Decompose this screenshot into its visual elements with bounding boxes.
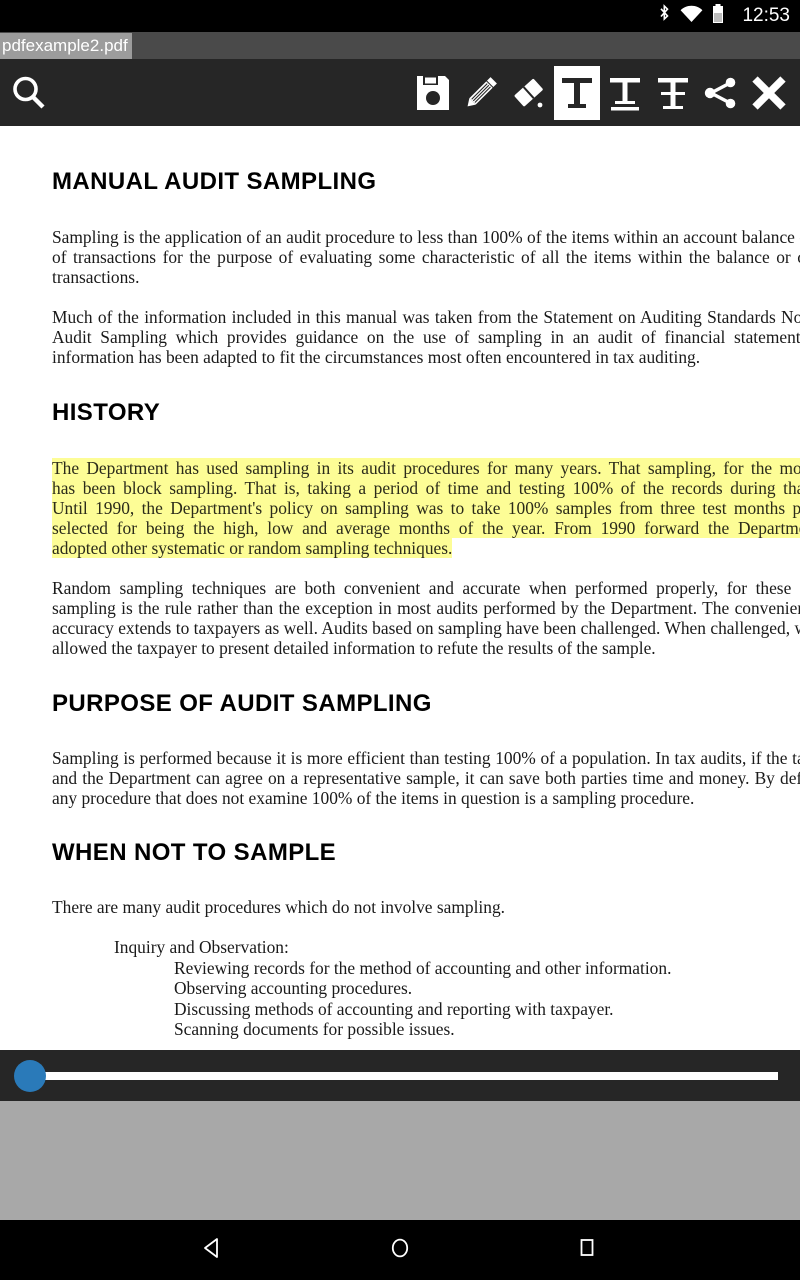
highlighted-annotation-block[interactable]: The Department has used sampling in its … xyxy=(52,458,800,558)
document-title-bar: pdfexample2.pdf xyxy=(0,32,800,59)
highlighted-line: selected for being the high, low and ave… xyxy=(52,518,800,538)
pdf-page-view[interactable]: MANUAL AUDIT SAMPLING Sampling is the ap… xyxy=(0,126,800,1050)
list-item: Discussing methods of accounting and rep… xyxy=(174,998,614,1019)
paragraph-intro: Sampling is the application of an audit … xyxy=(52,227,800,287)
home-circle-icon xyxy=(387,1235,413,1266)
home-button[interactable] xyxy=(370,1220,430,1280)
text-strikethrough-icon xyxy=(655,73,691,113)
underline-text-button[interactable] xyxy=(602,66,648,120)
highlighted-line: The Department has used sampling in its … xyxy=(52,458,800,478)
empty-background-area xyxy=(0,1101,800,1220)
share-icon xyxy=(701,73,741,113)
search-icon xyxy=(9,73,49,113)
heading-purpose: PURPOSE OF AUDIT SAMPLING xyxy=(52,690,432,717)
heading-history: HISTORY xyxy=(52,399,161,426)
save-button[interactable] xyxy=(410,66,456,120)
highlight-text-button[interactable] xyxy=(554,65,600,120)
highlighted-line-text: Until 1990, the Department's policy on s… xyxy=(52,498,800,518)
pdf-viewer-app: 12:53 pdfexample2.pdf MANUAL AUDIT SAMPL… xyxy=(0,0,800,1280)
strikethrough-text-button[interactable] xyxy=(650,66,696,120)
toolbar-right-group xyxy=(410,65,792,120)
android-status-bar: 12:53 xyxy=(0,0,800,32)
search-button[interactable] xyxy=(4,66,54,120)
edit-button[interactable] xyxy=(458,66,504,120)
highlighted-line: Until 1990, the Department's policy on s… xyxy=(52,498,800,518)
status-icon-group: 12:53 xyxy=(658,0,790,32)
paragraph-random-sampling: Random sampling techniques are both conv… xyxy=(52,578,800,658)
list-header: Inquiry and Observation: xyxy=(114,937,289,957)
document-filename[interactable]: pdfexample2.pdf xyxy=(0,32,132,59)
pdf-page-content: MANUAL AUDIT SAMPLING Sampling is the ap… xyxy=(0,168,800,1040)
toolbar-left-group xyxy=(4,66,54,120)
highlighted-line-text: adopted other systematic or random sampl… xyxy=(52,538,453,558)
paragraph-when-not: There are many audit procedures which do… xyxy=(52,897,505,917)
floppy-disk-icon xyxy=(414,73,452,113)
list-item: Observing accounting procedures. xyxy=(174,978,413,998)
back-button[interactable] xyxy=(183,1220,243,1280)
wifi-icon xyxy=(680,5,703,28)
android-nav-bar xyxy=(0,1220,800,1280)
text-highlight-icon xyxy=(559,73,595,113)
pdf-toolbar xyxy=(0,59,800,126)
highlighted-line-text: selected for being the high, low and ave… xyxy=(52,518,800,538)
page-slider-thumb[interactable] xyxy=(14,1060,46,1092)
back-triangle-icon xyxy=(200,1235,226,1266)
close-icon xyxy=(749,73,789,113)
recents-square-icon xyxy=(574,1235,600,1266)
bluetooth-icon xyxy=(658,4,671,28)
status-clock: 12:53 xyxy=(742,5,790,26)
list-item: Scanning documents for possible issues. xyxy=(174,1019,455,1039)
highlighted-line-text: The Department has used sampling in its … xyxy=(52,458,800,478)
pencil-icon xyxy=(461,73,501,113)
highlighted-line: adopted other systematic or random sampl… xyxy=(52,538,800,558)
heading-when-not-to-sample: WHEN NOT TO SAMPLE xyxy=(52,839,337,866)
battery-icon xyxy=(712,4,724,28)
paragraph-purpose: Sampling is performed because it is more… xyxy=(52,748,800,808)
recents-button[interactable] xyxy=(557,1220,617,1280)
page-slider-bar xyxy=(0,1050,800,1101)
highlighted-line: has been block sampling. That is, taking… xyxy=(52,478,800,498)
highlighted-line-text: has been block sampling. That is, taking… xyxy=(52,478,800,498)
share-button[interactable] xyxy=(698,66,744,120)
page-title: MANUAL AUDIT SAMPLING xyxy=(52,168,377,195)
page-slider-track[interactable] xyxy=(20,1072,778,1080)
paragraph-source: Much of the information included in this… xyxy=(52,307,800,367)
close-button[interactable] xyxy=(746,66,792,120)
text-underline-icon xyxy=(607,73,643,113)
eraser-icon xyxy=(509,73,549,113)
list-item: Reviewing records for the method of acco… xyxy=(174,957,672,978)
erase-button[interactable] xyxy=(506,66,552,120)
